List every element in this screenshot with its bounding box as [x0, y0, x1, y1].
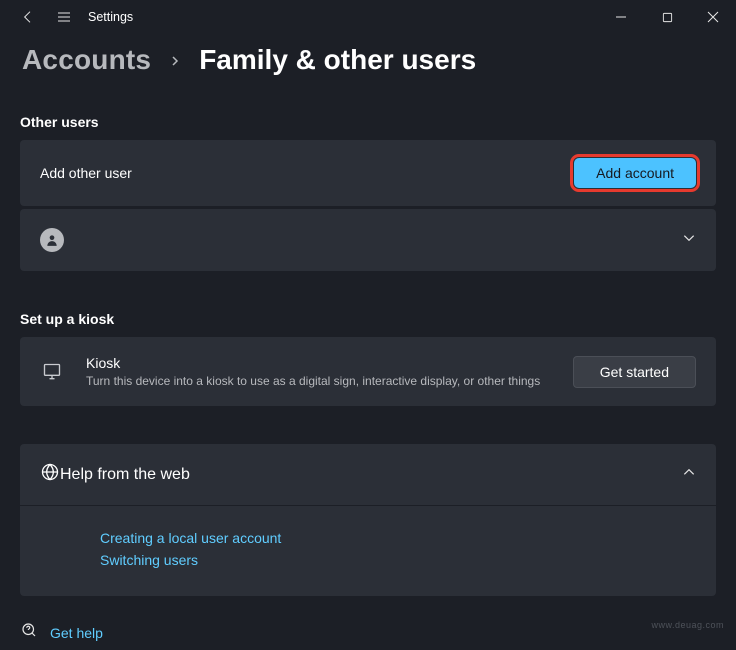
add-account-button[interactable]: Add account [574, 158, 696, 188]
get-help-link[interactable]: Get help [20, 621, 103, 644]
kiosk-title: Kiosk [86, 355, 540, 371]
other-users-heading: Other users [0, 114, 736, 130]
chevron-right-icon [169, 51, 181, 72]
back-button[interactable] [10, 0, 46, 34]
chevron-up-icon [682, 465, 696, 484]
help-icon [20, 621, 38, 644]
setup-kiosk-heading: Set up a kiosk [0, 311, 736, 327]
breadcrumb-current: Family & other users [199, 44, 476, 76]
help-link-switching-users[interactable]: Switching users [100, 552, 696, 568]
help-from-web-title: Help from the web [60, 466, 190, 484]
kiosk-icon [40, 360, 64, 384]
user-avatar-icon [40, 228, 64, 252]
globe-icon [40, 462, 60, 487]
breadcrumb: Accounts Family & other users [0, 34, 736, 76]
kiosk-get-started-button[interactable]: Get started [573, 356, 696, 388]
user-account-row[interactable] [20, 209, 716, 271]
watermark: www.deuag.com [651, 620, 724, 630]
help-link-create-local-account[interactable]: Creating a local user account [100, 530, 696, 546]
add-other-user-label: Add other user [40, 165, 132, 181]
window-title: Settings [88, 10, 133, 24]
maximize-button[interactable] [644, 0, 690, 34]
minimize-button[interactable] [598, 0, 644, 34]
help-from-web-row[interactable]: Help from the web [20, 444, 716, 505]
breadcrumb-parent[interactable]: Accounts [22, 44, 151, 76]
kiosk-row: Kiosk Turn this device into a kiosk to u… [20, 337, 716, 406]
nav-menu-button[interactable] [46, 0, 82, 34]
get-help-text: Get help [50, 625, 103, 641]
kiosk-description: Turn this device into a kiosk to use as … [86, 374, 540, 388]
add-other-user-row: Add other user Add account [20, 140, 716, 206]
help-links-panel: Creating a local user account Switching … [20, 505, 716, 596]
close-button[interactable] [690, 0, 736, 34]
chevron-down-icon [682, 231, 696, 250]
